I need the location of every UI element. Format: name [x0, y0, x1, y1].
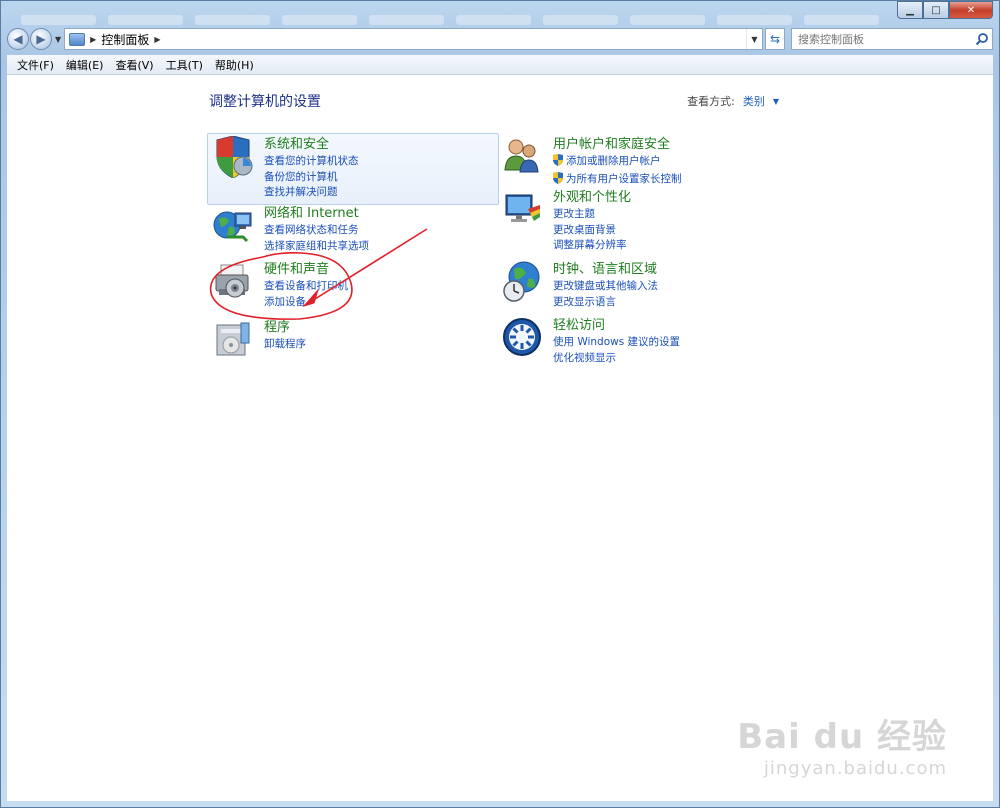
category-network-internet[interactable]: 网络和 Internet 查看网络状态和任务 选择家庭组和共享选项 — [212, 205, 500, 261]
link-display-language[interactable]: 更改显示语言 — [553, 295, 658, 311]
maximize-button[interactable]: □ — [923, 1, 949, 19]
link-devices-printers[interactable]: 查看设备和打印机 — [264, 279, 348, 295]
users-icon — [501, 136, 543, 180]
control-panel-icon — [69, 32, 86, 46]
search-icon[interactable] — [972, 29, 992, 49]
menu-bar: 文件(F) 编辑(E) 查看(V) 工具(T) 帮助(H) — [7, 55, 993, 75]
link-uninstall-program[interactable]: 卸载程序 — [264, 337, 306, 353]
content-pane: 调整计算机的设置 查看方式: 类别 ▼ 系统和安全 查看您的计算机状态 备份您的… — [7, 75, 993, 801]
category-title[interactable]: 轻松访问 — [553, 317, 680, 334]
category-system-security[interactable]: 系统和安全 查看您的计算机状态 备份您的计算机 查找并解决问题 — [207, 133, 499, 205]
minimize-button[interactable]: ▁ — [897, 1, 923, 19]
link-label[interactable]: 为所有用户设置家长控制 — [566, 173, 682, 185]
link-change-theme[interactable]: 更改主题 — [553, 207, 631, 223]
search-box[interactable] — [791, 28, 993, 50]
link-troubleshoot[interactable]: 查找并解决问题 — [264, 185, 359, 201]
back-button[interactable]: ◀ — [7, 28, 29, 50]
page-title: 调整计算机的设置 — [209, 94, 321, 110]
view-by-label: 查看方式: — [687, 95, 735, 108]
breadcrumb-control-panel[interactable]: 控制面板 — [101, 31, 149, 48]
navigation-bar: ◀ ▶ ▼ ▶ 控制面板 ▶ ▼ ⇆ — [7, 27, 993, 51]
programs-icon — [212, 319, 254, 363]
link-label[interactable]: 添加或删除用户帐户 — [566, 155, 661, 167]
link-desktop-background[interactable]: 更改桌面背景 — [553, 223, 631, 239]
address-dropdown-icon[interactable]: ▼ — [746, 29, 762, 49]
category-hardware-sound[interactable]: 硬件和声音 查看设备和打印机 添加设备 — [212, 261, 500, 317]
link-screen-resolution[interactable]: 调整屏幕分辨率 — [553, 238, 631, 254]
network-icon — [212, 205, 254, 249]
baidu-watermark: Bai du 经验 jingyan.baidu.com — [737, 709, 947, 779]
ease-of-access-icon — [501, 317, 543, 361]
link-change-keyboard[interactable]: 更改键盘或其他输入法 — [553, 279, 658, 295]
link-network-status[interactable]: 查看网络状态和任务 — [264, 223, 369, 239]
recent-pages-dropdown[interactable]: ▼ — [55, 35, 61, 44]
category-appearance[interactable]: 外观和个性化 更改主题 更改桌面背景 调整屏幕分辨率 — [501, 189, 801, 251]
refresh-button[interactable]: ⇆ — [765, 28, 785, 50]
category-clock-language-region[interactable]: 时钟、语言和区域 更改键盘或其他输入法 更改显示语言 — [501, 261, 801, 317]
refresh-icon: ⇆ — [769, 32, 781, 46]
watermark-url: jingyan.baidu.com — [763, 758, 947, 779]
menu-tools[interactable]: 工具(T) — [160, 57, 209, 73]
uac-shield-icon — [553, 171, 563, 190]
category-title[interactable]: 网络和 Internet — [264, 205, 369, 222]
window-controls: ▁ □ ✕ — [897, 1, 993, 19]
view-by-control: 查看方式: 类别 ▼ — [687, 93, 779, 109]
forward-button[interactable]: ▶ — [30, 28, 52, 50]
chevron-down-icon[interactable]: ▼ — [773, 97, 779, 106]
category-title[interactable]: 系统和安全 — [264, 136, 359, 153]
address-bar[interactable]: ▶ 控制面板 ▶ ▼ — [64, 28, 763, 50]
link-parental-controls[interactable]: 为所有用户设置家长控制 — [553, 171, 682, 190]
breadcrumb-separator-icon[interactable]: ▶ — [90, 35, 96, 44]
category-title[interactable]: 硬件和声音 — [264, 261, 348, 278]
category-ease-of-access[interactable]: 轻松访问 使用 Windows 建议的设置 优化视频显示 — [501, 317, 801, 373]
back-arrow-icon: ◀ — [13, 32, 23, 46]
link-backup-computer[interactable]: 备份您的计算机 — [264, 170, 359, 186]
forward-arrow-icon: ▶ — [36, 32, 46, 46]
control-panel-window: ▁ □ ✕ ◀ ▶ ▼ ▶ 控制面板 ▶ ▼ ⇆ 文件(F) 编辑(E) 查看(… — [0, 0, 1000, 808]
watermark-logo: Bai du 经验 — [737, 717, 947, 757]
category-user-accounts[interactable]: 用户帐户和家庭安全 添加或删除用户帐户 为所有用户设置家长控制 — [501, 133, 801, 189]
link-add-remove-accounts[interactable]: 添加或删除用户帐户 — [553, 154, 682, 172]
category-title[interactable]: 时钟、语言和区域 — [553, 261, 658, 278]
category-title[interactable]: 程序 — [264, 319, 306, 336]
close-button[interactable]: ✕ — [949, 1, 993, 19]
category-title[interactable]: 外观和个性化 — [553, 189, 631, 206]
menu-help[interactable]: 帮助(H) — [209, 57, 260, 73]
uac-shield-icon — [553, 154, 563, 172]
appearance-icon — [501, 189, 543, 233]
category-title[interactable]: 用户帐户和家庭安全 — [553, 136, 682, 153]
search-input[interactable] — [798, 32, 972, 46]
menu-edit[interactable]: 编辑(E) — [60, 57, 110, 73]
category-programs[interactable]: 程序 卸载程序 — [212, 319, 500, 363]
menu-file[interactable]: 文件(F) — [11, 57, 60, 73]
link-optimize-display[interactable]: 优化视频显示 — [553, 351, 680, 367]
clock-globe-icon — [501, 261, 543, 305]
link-add-device[interactable]: 添加设备 — [264, 295, 348, 311]
shield-icon — [212, 136, 254, 180]
link-view-computer-status[interactable]: 查看您的计算机状态 — [264, 154, 359, 170]
view-by-dropdown[interactable]: 类别 — [743, 93, 765, 109]
printer-icon — [212, 261, 254, 305]
menu-view[interactable]: 查看(V) — [109, 57, 159, 73]
breadcrumb-separator-icon[interactable]: ▶ — [154, 35, 160, 44]
link-homegroup-sharing[interactable]: 选择家庭组和共享选项 — [264, 239, 369, 255]
link-recommended-settings[interactable]: 使用 Windows 建议的设置 — [553, 335, 680, 351]
